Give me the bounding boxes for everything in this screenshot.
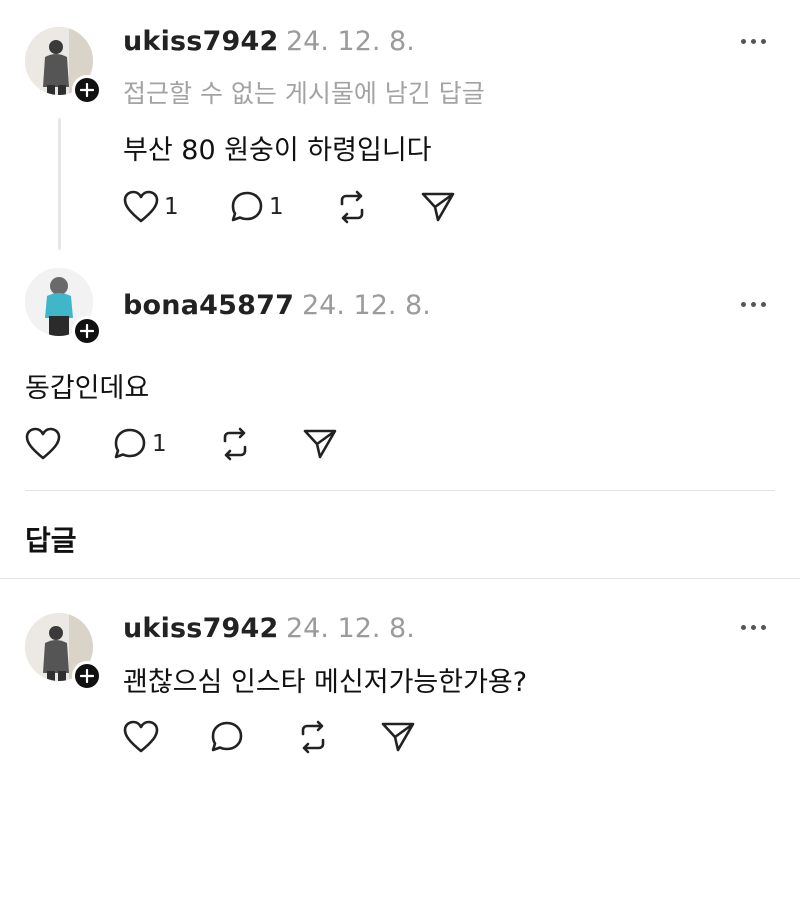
- thread-line: [58, 118, 61, 250]
- more-dots-icon[interactable]: [741, 302, 766, 307]
- comment-text: 동갑인데요: [25, 373, 150, 404]
- share-button[interactable]: [420, 190, 456, 224]
- comment-text: 부산 80 원숭이 하령입니다: [123, 135, 432, 166]
- comment-bubble-icon: [211, 721, 243, 752]
- reply-button[interactable]: 1: [229, 190, 284, 224]
- share-button[interactable]: [380, 720, 416, 754]
- send-icon: [421, 192, 455, 222]
- username[interactable]: ukiss7942: [123, 26, 279, 57]
- post-date: 24. 12. 8.: [286, 613, 415, 644]
- repost-button[interactable]: [217, 427, 253, 461]
- repost-icon: [223, 427, 247, 461]
- like-button[interactable]: [24, 427, 62, 461]
- heart-icon: [123, 720, 159, 753]
- username[interactable]: bona45877: [123, 290, 294, 321]
- more-dots-icon[interactable]: [741, 39, 766, 44]
- reply-button[interactable]: [209, 720, 245, 754]
- comment-text: 괜찮으심 인스타 메신저가능한가용?: [123, 667, 528, 698]
- like-button[interactable]: [122, 720, 160, 754]
- reply-context-text: 접근할 수 없는 게시물에 남긴 답글: [123, 79, 485, 108]
- follow-plus-icon[interactable]: [72, 75, 102, 105]
- repost-icon: [340, 190, 364, 224]
- comment-bubble-icon: [231, 191, 263, 222]
- divider: [0, 578, 800, 579]
- replies-section-title: 답글: [25, 524, 77, 557]
- like-count: 1: [164, 194, 179, 220]
- divider: [25, 490, 775, 491]
- follow-plus-icon[interactable]: [72, 316, 102, 346]
- send-icon: [381, 722, 415, 752]
- send-icon: [303, 429, 337, 459]
- reply-button[interactable]: 1: [112, 427, 167, 461]
- comment-bubble-icon: [114, 428, 146, 459]
- post-date: 24. 12. 8.: [286, 26, 415, 57]
- like-button[interactable]: 1: [122, 190, 179, 224]
- reply-count: 1: [269, 194, 284, 220]
- repost-button[interactable]: [334, 190, 370, 224]
- follow-plus-icon[interactable]: [72, 661, 102, 691]
- post-date: 24. 12. 8.: [302, 290, 431, 321]
- more-dots-icon[interactable]: [741, 625, 766, 630]
- heart-icon: [123, 190, 159, 223]
- username[interactable]: ukiss7942: [123, 613, 279, 644]
- repost-icon: [301, 720, 325, 754]
- heart-icon: [25, 427, 61, 460]
- reply-count: 1: [152, 431, 167, 457]
- repost-button[interactable]: [295, 720, 331, 754]
- share-button[interactable]: [302, 427, 338, 461]
